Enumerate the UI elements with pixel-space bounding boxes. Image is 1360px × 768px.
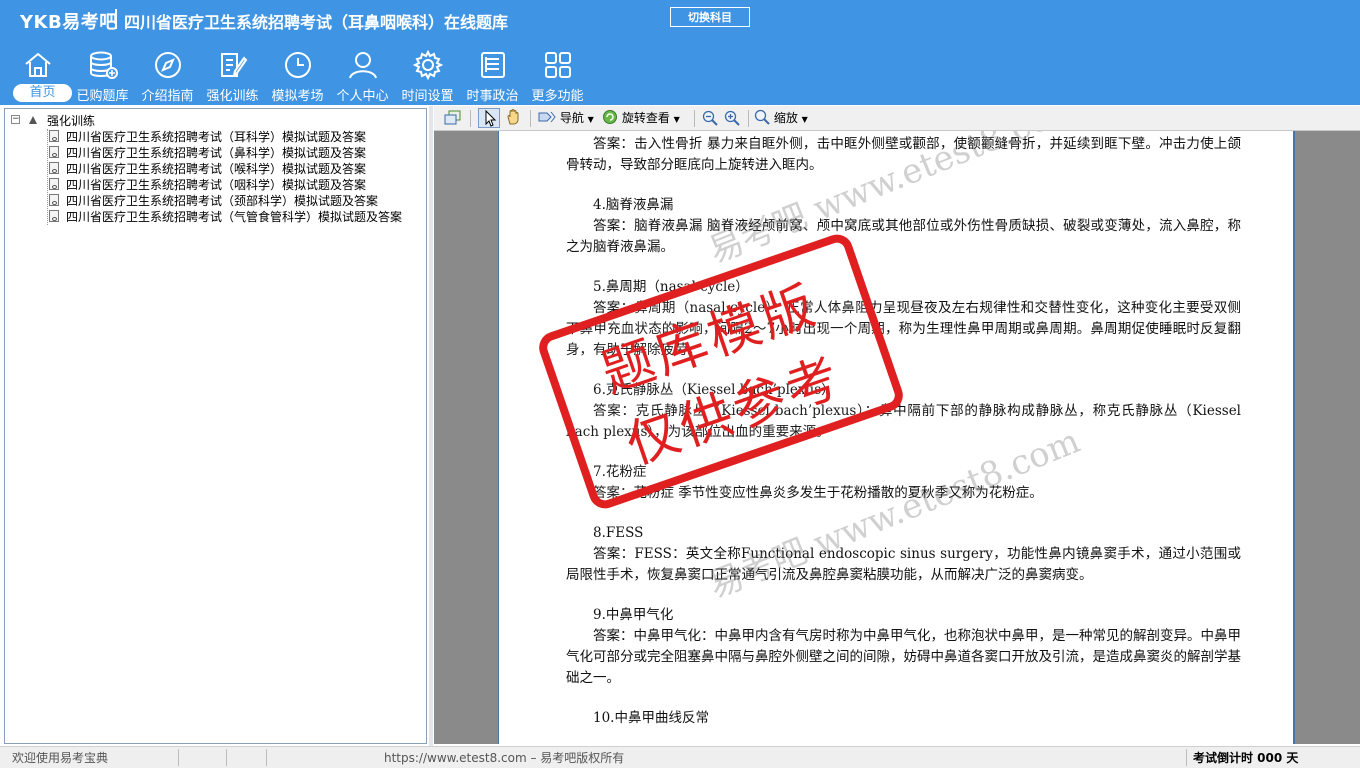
zoom-button[interactable]: 缩放 ▼ xyxy=(754,108,808,128)
app-header: YKB易考吧 四川省医疗卫生系统招聘考试（耳鼻咽喉科）在线题库 切换科目 首页 … xyxy=(0,0,1360,105)
switch-subject-button[interactable]: 切换科目 xyxy=(670,7,750,27)
thumbnail-icon xyxy=(444,110,461,125)
folder-icon xyxy=(29,116,37,124)
zoom-out-button[interactable] xyxy=(702,108,720,128)
status-divider xyxy=(1186,749,1187,766)
nav-home[interactable]: 首页 xyxy=(5,44,72,104)
nav-label: 时事政治 xyxy=(466,89,519,104)
nav-label: 更多功能 xyxy=(531,89,584,104)
document-icon xyxy=(49,162,59,174)
nav-personal[interactable]: 个人中心 xyxy=(330,44,395,104)
tree-item-label: 四川省医疗卫生系统招聘考试（咽科学）模拟试题及答案 xyxy=(66,178,367,192)
nav-time-settings[interactable]: 时间设置 xyxy=(395,44,460,104)
cursor-icon xyxy=(485,109,497,127)
thumbnail-button[interactable] xyxy=(444,108,462,128)
compass-icon xyxy=(155,52,181,78)
nav-label: 首页 xyxy=(13,84,72,102)
nav-purchased[interactable]: 已购题库 xyxy=(70,44,135,104)
zoom-in-button[interactable] xyxy=(724,108,742,128)
nav-label: 已购题库 xyxy=(76,89,129,104)
main-nav: 首页 已购题库 介绍指南 强化训练 模拟考场 个人中心 时间设置 时事政治 更多… xyxy=(0,44,600,105)
grid-icon xyxy=(545,52,571,78)
nav-label: 个人中心 xyxy=(336,89,389,104)
app-title: 四川省医疗卫生系统招聘考试（耳鼻咽喉科）在线题库 xyxy=(124,13,509,32)
news-icon xyxy=(481,52,505,78)
database-icon xyxy=(90,51,118,79)
dropdown-arrow-icon: ▼ xyxy=(801,115,808,124)
status-copyright: https://www.etest8.com – 易考吧版权所有 xyxy=(384,751,625,765)
document-page: 答案：击入性骨折 暴力来自眶外侧，击中眶外侧壁或颧部，使额颧缝骨折，并延续到眶下… xyxy=(498,131,1295,744)
magnifier-icon xyxy=(754,109,770,125)
toolbar-separator xyxy=(748,110,749,127)
document-icon xyxy=(49,178,59,190)
user-icon xyxy=(349,52,377,79)
document-icon xyxy=(49,146,59,158)
nav-more[interactable]: 更多功能 xyxy=(525,44,590,104)
exam-tree-pane: − 强化训练 四川省医疗卫生系统招聘考试（耳科学）模拟试题及答案 四川省医疗卫生… xyxy=(4,108,427,744)
answer-text: 答案：脑脊液鼻漏 脑脊液经颅前窝、颅中窝底或其他部位或外伤性骨质缺损、破裂或变薄… xyxy=(566,218,1241,255)
nav-current-affairs[interactable]: 时事政治 xyxy=(460,44,525,104)
tree-item-label: 四川省医疗卫生系统招聘考试（喉科学）模拟试题及答案 xyxy=(66,162,367,176)
rotate-button[interactable]: 旋转查看 ▼ xyxy=(602,108,680,128)
dropdown-arrow-icon: ▼ xyxy=(673,115,680,124)
logo-divider xyxy=(115,9,117,29)
tree-item-label: 四川省医疗卫生系统招聘考试（耳科学）模拟试题及答案 xyxy=(66,130,367,144)
toolbar-separator xyxy=(694,110,695,127)
status-divider xyxy=(266,749,267,766)
navigate-button[interactable]: 导航 ▼ xyxy=(538,108,594,128)
tree-item-label: 四川省医疗卫生系统招聘考试（颈部科学）模拟试题及答案 xyxy=(66,194,379,208)
toolbar-separator xyxy=(470,110,471,127)
nav-training[interactable]: 强化训练 xyxy=(200,44,265,104)
document-icon xyxy=(49,210,59,222)
status-welcome: 欢迎使用易考宝典 xyxy=(12,751,109,765)
hand-icon xyxy=(507,109,519,125)
tree-item-label: 四川省医疗卫生系统招聘考试（气管食管科学）模拟试题及答案 xyxy=(66,210,403,224)
nav-label: 模拟考场 xyxy=(271,89,324,104)
hand-tool-button[interactable] xyxy=(504,108,524,128)
nav-label: 介绍指南 xyxy=(141,89,194,104)
zoom-label: 缩放 xyxy=(773,111,798,125)
nav-guide[interactable]: 介绍指南 xyxy=(135,44,200,104)
navigate-icon xyxy=(538,111,556,123)
pane-splitter[interactable] xyxy=(429,106,433,746)
exam-countdown: 考试倒计时 000 天 xyxy=(1193,751,1299,765)
app-logo: YKB易考吧 xyxy=(20,12,118,33)
answer-text: 答案：FESS：英文全称Functional endoscopic sinus … xyxy=(566,546,1241,583)
navigate-label: 导航 xyxy=(559,111,584,125)
zoom-in-icon xyxy=(724,110,740,126)
clock-icon xyxy=(285,52,311,78)
document-icon xyxy=(49,194,59,206)
nav-mock-exam[interactable]: 模拟考场 xyxy=(265,44,330,104)
answer-text: 答案：中鼻甲气化：中鼻甲内含有气房时称为中鼻甲气化，也称泡状中鼻甲，是一种常见的… xyxy=(566,628,1241,686)
edit-icon xyxy=(221,53,248,78)
toolbar-separator xyxy=(530,110,531,127)
zoom-out-icon xyxy=(702,110,718,126)
gear-icon xyxy=(413,50,443,80)
question-heading: 9.中鼻甲气化 xyxy=(593,607,674,623)
tree-item-label: 四川省医疗卫生系统招聘考试（鼻科学）模拟试题及答案 xyxy=(66,146,367,160)
document-icon xyxy=(49,130,59,142)
tree-root-label: 强化训练 xyxy=(47,114,96,128)
status-divider xyxy=(226,749,227,766)
nav-label: 强化训练 xyxy=(206,89,259,104)
rotate-label: 旋转查看 xyxy=(621,111,670,125)
rotate-icon xyxy=(603,110,617,124)
viewer-toolbar: 导航 ▼ 旋转查看 ▼ 缩放 ▼ xyxy=(434,106,1360,131)
select-tool-button[interactable] xyxy=(478,108,500,128)
home-icon xyxy=(25,52,51,77)
status-divider xyxy=(178,749,179,766)
status-bar: 欢迎使用易考宝典 https://www.etest8.com – 易考吧版权所… xyxy=(0,746,1360,768)
document-viewer[interactable]: 答案：击入性骨折 暴力来自眶外侧，击中眶外侧壁或颧部，使额颧缝骨折，并延续到眶下… xyxy=(434,131,1360,744)
nav-label: 时间设置 xyxy=(401,89,454,104)
question-heading: 10.中鼻甲曲线反常 xyxy=(593,710,709,726)
dropdown-arrow-icon: ▼ xyxy=(587,115,594,124)
collapse-icon[interactable]: − xyxy=(11,115,20,124)
question-heading: 4.脑脊液鼻漏 xyxy=(593,197,674,213)
